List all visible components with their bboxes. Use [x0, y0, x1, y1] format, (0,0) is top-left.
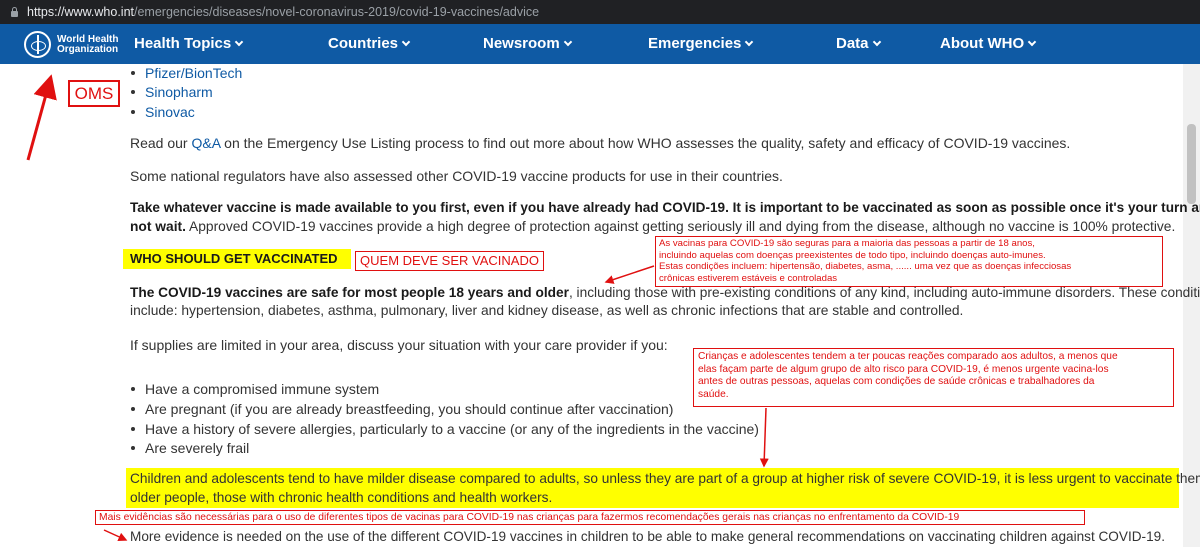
paragraph-qa: Read our Q&A on the Emergency Use Listin…: [130, 135, 1071, 151]
main-nav: World Health Organization Health Topics C…: [0, 24, 1200, 64]
paragraph-children-line1: Children and adolescents tend to have mi…: [130, 471, 1200, 486]
nav-item-newsroom[interactable]: Newsroom: [483, 35, 572, 52]
paragraph-evidence: More evidence is needed on the use of th…: [130, 529, 1165, 544]
paragraph-regulators: Some national regulators have also asses…: [130, 168, 783, 184]
list-item-allergies: Have a history of severe allergies, part…: [145, 421, 759, 437]
paragraph-safe-line2: include: hypertension, diabetes, asthma,…: [130, 303, 964, 318]
annotation-evidencias: Mais evidências são necessárias para o u…: [95, 510, 1085, 525]
bullet: [131, 427, 135, 431]
paragraph-supplies: If supplies are limited in your area, di…: [130, 337, 668, 353]
bullet: [131, 90, 135, 94]
paragraph-take-line2: not wait. Approved COVID-19 vaccines pro…: [130, 219, 1176, 234]
heading-who-should-get-vaccinated: WHO SHOULD GET VACCINATED: [130, 251, 338, 266]
bullet: [131, 446, 135, 450]
chevron-down-icon: [745, 37, 754, 47]
arrow-evidencias: [103, 529, 128, 541]
logo-text: World Health Organization: [57, 33, 119, 55]
arrow-adultos: [604, 265, 655, 284]
nav-item-health-topics[interactable]: Health Topics: [134, 35, 244, 52]
chevron-down-icon: [872, 37, 881, 47]
paragraph-children-line2: older people, those with chronic health …: [130, 490, 553, 505]
vaccine-link-sinovac[interactable]: Sinovac: [145, 102, 195, 122]
paragraph-safe-line1: The COVID-19 vaccines are safe for most …: [130, 285, 1200, 300]
qa-link[interactable]: Q&A: [191, 135, 220, 151]
lock-icon: [10, 6, 19, 17]
annotation-criancas: Crianças e adolescentes tendem a ter pou…: [693, 348, 1174, 407]
annotation-oms: OMS: [68, 80, 120, 107]
chevron-down-icon: [563, 37, 572, 47]
scrollbar-thumb[interactable]: [1187, 124, 1196, 204]
nav-item-countries[interactable]: Countries: [328, 35, 411, 52]
list-item-pregnant: Are pregnant (if you are already breastf…: [145, 401, 674, 417]
url-text[interactable]: https://www.who.int/emergencies/diseases…: [27, 5, 539, 19]
annotation-adultos: As vacinas para COVID-19 são seguras par…: [655, 236, 1163, 287]
list-item-immune: Have a compromised immune system: [145, 381, 380, 397]
bullet: [131, 71, 135, 75]
bullet: [131, 110, 135, 114]
nav-item-about-who[interactable]: About WHO: [940, 35, 1037, 52]
nav-item-emergencies[interactable]: Emergencies: [648, 35, 754, 52]
who-logo[interactable]: World Health Organization: [24, 31, 118, 58]
address-bar[interactable]: https://www.who.int/emergencies/diseases…: [0, 0, 1200, 24]
nav-item-data[interactable]: Data: [836, 35, 881, 52]
chevron-down-icon: [235, 37, 244, 47]
who-emblem-icon: [24, 31, 51, 58]
vaccine-link-pfizer[interactable]: Pfizer/BionTech: [145, 63, 242, 83]
arrow-oms: [26, 74, 57, 161]
arrow-criancas: [759, 407, 769, 468]
paragraph-take-bold-line1: Take whatever vaccine is made available …: [130, 200, 1200, 215]
vaccine-link-sinopharm[interactable]: Sinopharm: [145, 82, 213, 102]
chevron-down-icon: [1027, 37, 1037, 47]
bullet: [131, 407, 135, 411]
chevron-down-icon: [401, 37, 411, 47]
bullet: [131, 387, 135, 391]
list-item-frail: Are severely frail: [145, 440, 250, 456]
annotation-quem-deve: QUEM DEVE SER VACINADO: [355, 251, 544, 271]
